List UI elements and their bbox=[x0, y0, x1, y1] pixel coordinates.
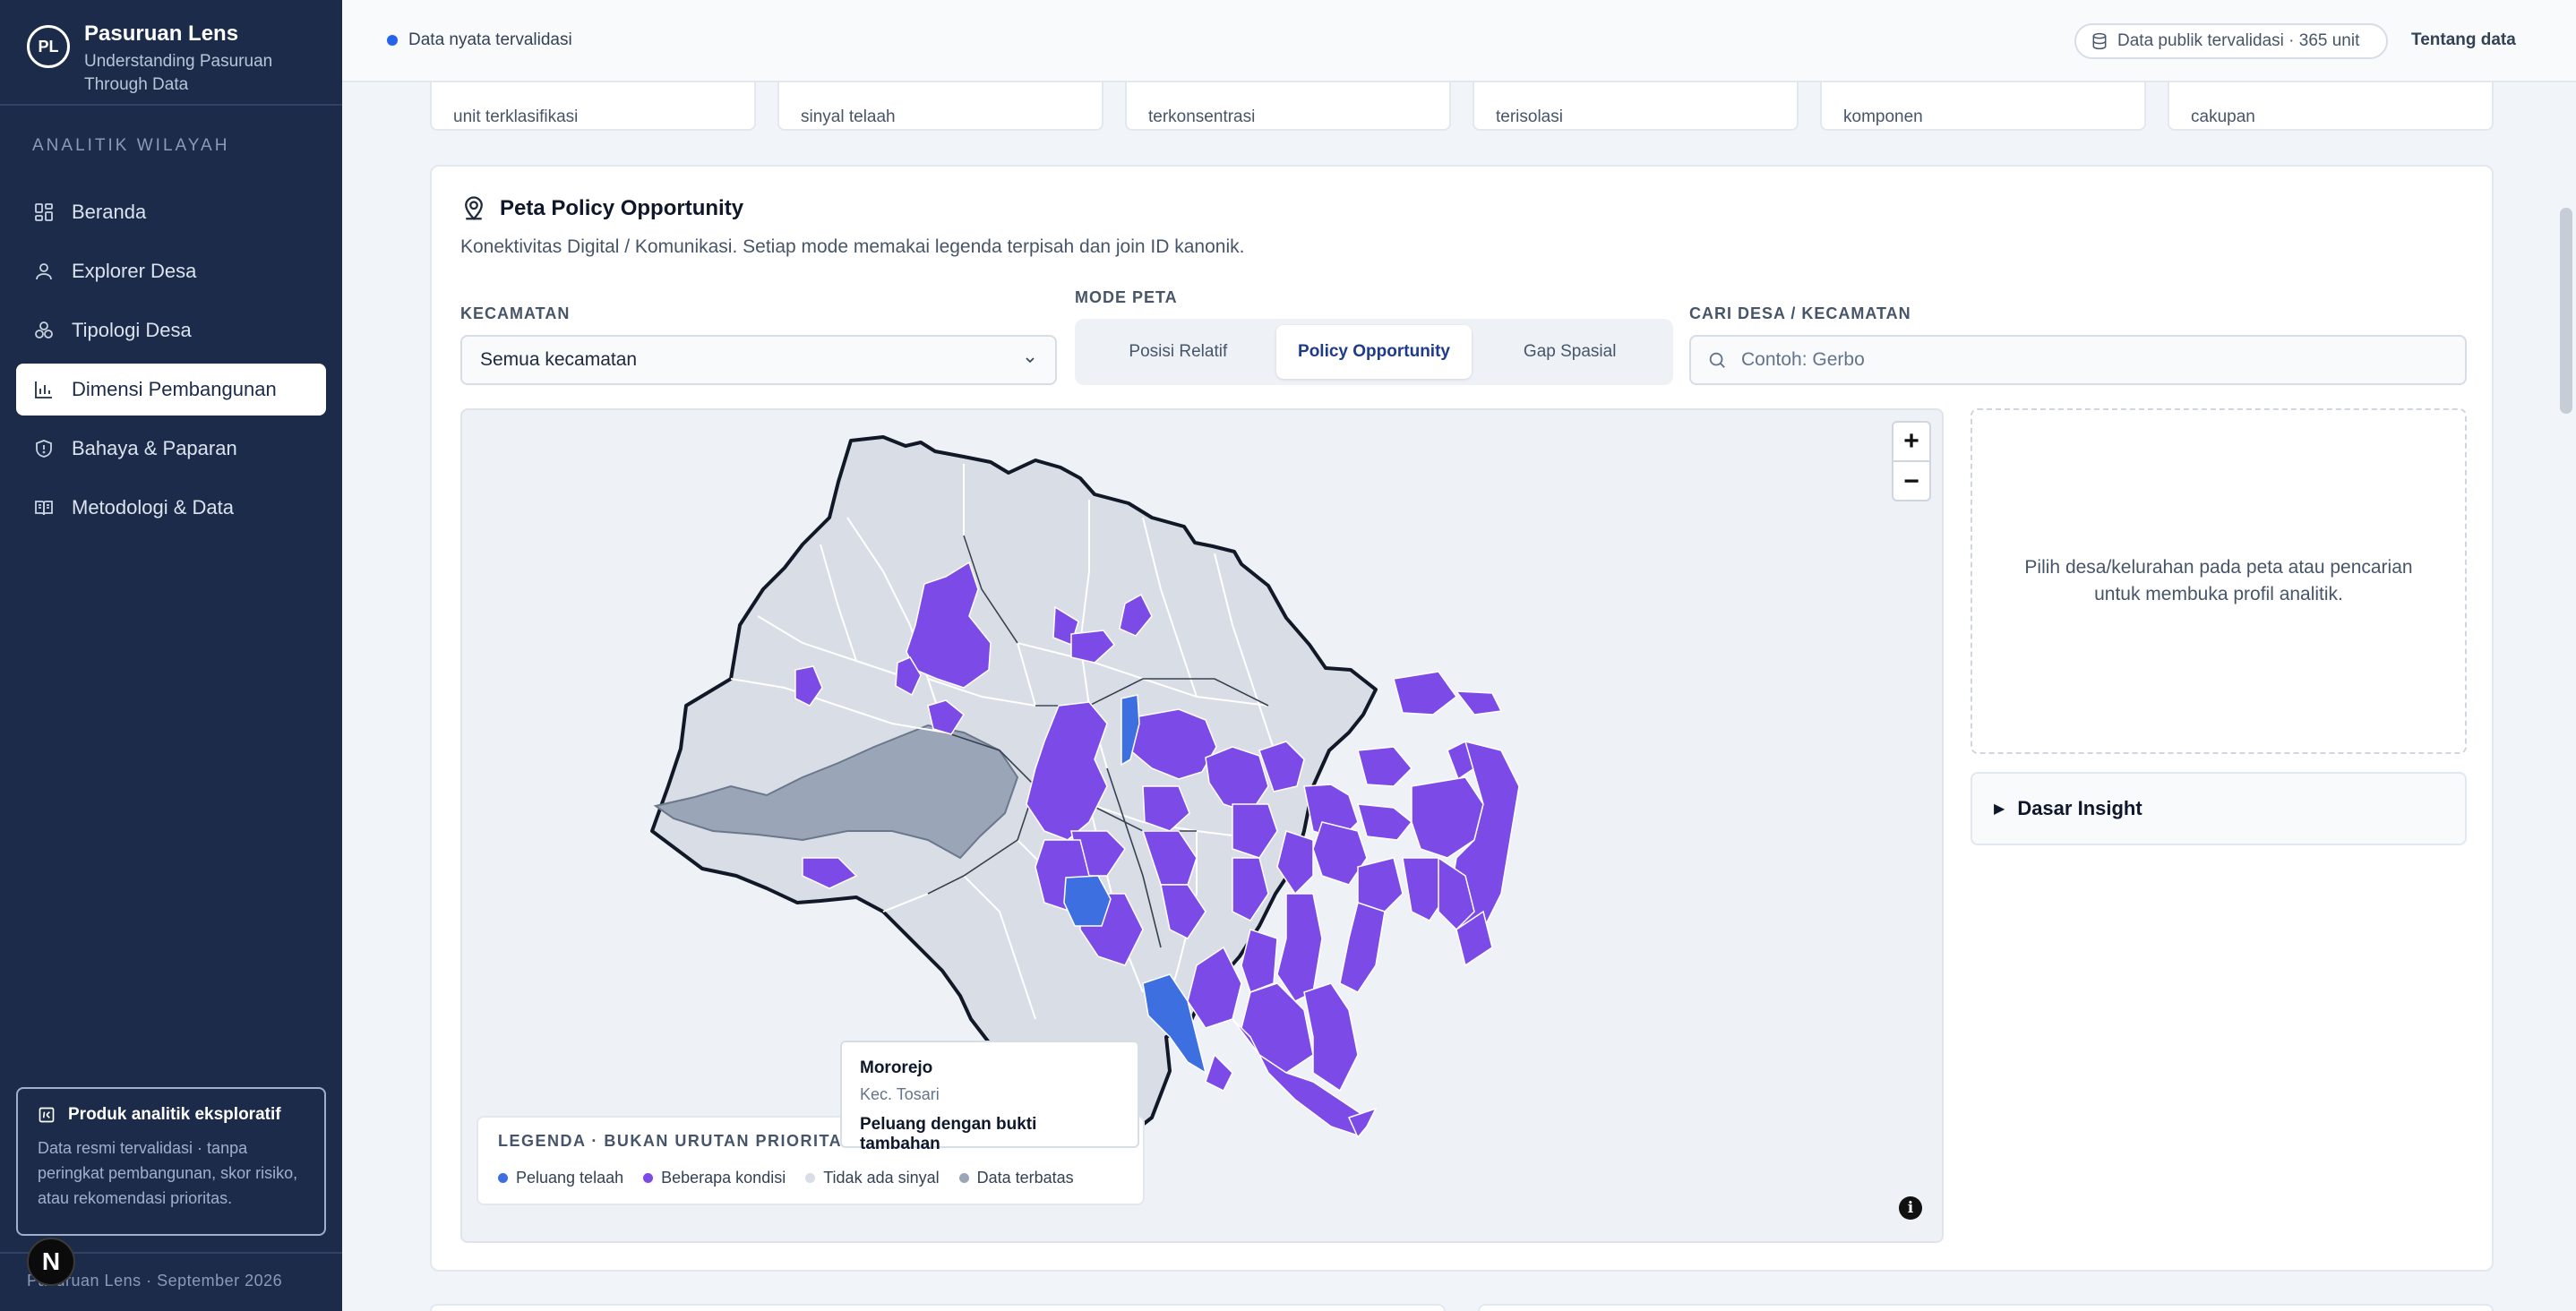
sidebar-item-bahaya-paparan[interactable]: Bahaya & Paparan bbox=[16, 423, 326, 475]
chevron-down-icon bbox=[1026, 357, 1035, 364]
legend-label: Beberapa kondisi bbox=[661, 1169, 786, 1187]
next-card bbox=[1478, 1304, 2494, 1311]
legend-dot-icon bbox=[498, 1173, 508, 1183]
zoom-out-button[interactable]: − bbox=[1893, 462, 1929, 501]
profile-placeholder: Pilih desa/kelurahan pada peta atau penc… bbox=[1971, 408, 2467, 754]
main-content: unit terklasifikasi sinyal telaah terkon… bbox=[342, 82, 2576, 1311]
search-icon bbox=[1709, 352, 1725, 368]
sidebar-item-beranda[interactable]: Beranda bbox=[16, 186, 326, 238]
sidebar-item-label: Explorer Desa bbox=[72, 260, 197, 282]
promo-title: Produk analitik eksploratif bbox=[68, 1105, 281, 1124]
brand-logo: PL bbox=[27, 25, 70, 68]
legend-label: Peluang telaah bbox=[516, 1169, 624, 1187]
info-icon[interactable]: i bbox=[1899, 1196, 1922, 1220]
panel-title-text: Peta Policy Opportunity bbox=[500, 196, 744, 220]
about-data-link[interactable]: Tentang data bbox=[2411, 30, 2516, 50]
legend-label: Data terbatas bbox=[976, 1169, 1074, 1187]
mode-label: MODE PETA bbox=[1075, 288, 1178, 306]
kecamatan-value: Semua kecamatan bbox=[480, 349, 638, 370]
sidebar-item-label: Beranda bbox=[72, 201, 147, 223]
dasar-insight-label: Dasar Insight bbox=[2017, 797, 2142, 819]
scrollbar-thumb[interactable] bbox=[2560, 208, 2572, 414]
sidebar-item-label: Tipologi Desa bbox=[72, 319, 192, 341]
panel-description: Konektivitas Digital / Komunikasi. Setia… bbox=[460, 236, 1245, 257]
legend-item-peluang-telaah: Peluang telaah bbox=[498, 1169, 623, 1187]
database-icon bbox=[2092, 32, 2107, 50]
sidebar-item-dimensi-pembangunan[interactable]: Dimensi Pembangunan bbox=[16, 364, 326, 416]
sidebar-item-metodologi-data[interactable]: Metodologi & Data bbox=[16, 482, 326, 534]
promo-card: Produk analitik eksploratif Data resmi t… bbox=[16, 1087, 326, 1236]
legend-item-data-terbatas: Data terbatas bbox=[958, 1169, 1074, 1187]
data-badge: Data publik tervalidasi · 365 unit bbox=[2074, 23, 2388, 59]
sidebar-item-label: Dimensi Pembangunan bbox=[72, 378, 277, 400]
kpi-card: sinyal telaah bbox=[777, 82, 1103, 131]
flask-icon bbox=[39, 1107, 55, 1123]
panel-title: Peta Policy Opportunity bbox=[460, 195, 743, 222]
sidebar-item-label: Bahaya & Paparan bbox=[72, 437, 237, 459]
brand-subtitle: Understanding Pasuruan Through Data bbox=[84, 52, 273, 94]
kpi-card: cakupan bbox=[2168, 82, 2494, 131]
tooltip-desa: Mororejo bbox=[860, 1058, 933, 1077]
map-mode-toggle: Posisi Relatif Policy Opportunity Gap Sp… bbox=[1075, 319, 1673, 385]
kpi-card: komponen bbox=[1820, 82, 2146, 131]
dasar-insight-toggle[interactable]: ▶ Dasar Insight bbox=[1971, 772, 2467, 845]
kpi-card: terkonsentrasi bbox=[1125, 82, 1451, 131]
shield-icon bbox=[32, 437, 56, 460]
sidebar-item-tipologi-desa[interactable]: Tipologi Desa bbox=[16, 304, 326, 356]
legend-label: Tidak ada sinyal bbox=[823, 1169, 940, 1187]
map-tooltip: Mororejo Kec. Tosari Peluang dengan bukt… bbox=[840, 1041, 1139, 1153]
kecamatan-select[interactable]: Semua kecamatan bbox=[460, 335, 1057, 385]
legend-dot-icon bbox=[958, 1173, 969, 1183]
brand-title: Pasuruan Lens bbox=[84, 21, 239, 46]
sidebar-item-label: Metodologi & Data bbox=[72, 496, 234, 518]
brand[interactable]: PL Pasuruan Lens Understanding Pasuruan … bbox=[0, 0, 342, 106]
nav-section-label: ANALITIK WILAYAH bbox=[32, 136, 230, 155]
tooltip-kecamatan: Kec. Tosari bbox=[860, 1085, 940, 1103]
search-field[interactable] bbox=[1689, 335, 2467, 385]
kpi-card: unit terklasifikasi bbox=[430, 82, 756, 131]
kpi-card: terisolasi bbox=[1473, 82, 1799, 131]
legend-dot-icon bbox=[643, 1173, 654, 1183]
circles-icon bbox=[32, 319, 56, 342]
tooltip-status: Peluang dengan bukti tambahan bbox=[860, 1115, 1037, 1153]
grid-icon bbox=[32, 201, 56, 224]
map-pin-icon bbox=[465, 196, 483, 220]
search-label: CARI DESA / KECAMATAN bbox=[1689, 304, 1911, 322]
dev-badge[interactable]: N bbox=[27, 1238, 75, 1286]
map-canvas[interactable]: + − i LEGENDA · BUKAN URUTAN PRIORITAS P… bbox=[460, 408, 1944, 1243]
mode-policy-opportunity[interactable]: Policy Opportunity bbox=[1275, 325, 1473, 379]
zoom-control: + − bbox=[1892, 421, 1931, 501]
mode-gap-spasial[interactable]: Gap Spasial bbox=[1472, 325, 1668, 379]
status-dot-icon bbox=[387, 35, 398, 46]
next-card bbox=[430, 1304, 1446, 1311]
book-icon bbox=[32, 496, 56, 519]
legend-dot-icon bbox=[805, 1173, 816, 1183]
sidebar-nav: Beranda Explorer Desa Tipologi Desa Dime… bbox=[0, 186, 342, 534]
legend-item-tidak-ada-sinyal: Tidak ada sinyal bbox=[805, 1169, 940, 1187]
promo-body: Data resmi tervalidasi · tanpa peringkat… bbox=[38, 1139, 298, 1207]
mode-posisi-relatif[interactable]: Posisi Relatif bbox=[1080, 325, 1276, 379]
legend-item-beberapa-kondisi: Beberapa kondisi bbox=[643, 1169, 786, 1187]
triangle-right-icon: ▶ bbox=[1994, 801, 2005, 817]
zoom-in-button[interactable]: + bbox=[1893, 423, 1929, 462]
topbar: Data nyata tervalidasi Data publik terva… bbox=[342, 0, 2576, 82]
kpi-row: unit terklasifikasi sinyal telaah terkon… bbox=[430, 82, 2494, 131]
status-text: Data nyata tervalidasi bbox=[408, 30, 572, 49]
kecamatan-label: KECAMATAN bbox=[460, 304, 571, 322]
data-status: Data nyata tervalidasi bbox=[387, 30, 572, 50]
sidebar: PL Pasuruan Lens Understanding Pasuruan … bbox=[0, 0, 342, 1311]
data-badge-text: Data publik tervalidasi · 365 unit bbox=[2117, 31, 2360, 50]
user-icon bbox=[32, 260, 56, 283]
sidebar-item-explorer-desa[interactable]: Explorer Desa bbox=[16, 245, 326, 297]
next-section-cards bbox=[430, 1304, 2494, 1311]
bar-chart-icon bbox=[32, 378, 56, 401]
map-panel: Peta Policy Opportunity Konektivitas Dig… bbox=[430, 165, 2494, 1272]
search-input[interactable] bbox=[1741, 349, 2440, 371]
